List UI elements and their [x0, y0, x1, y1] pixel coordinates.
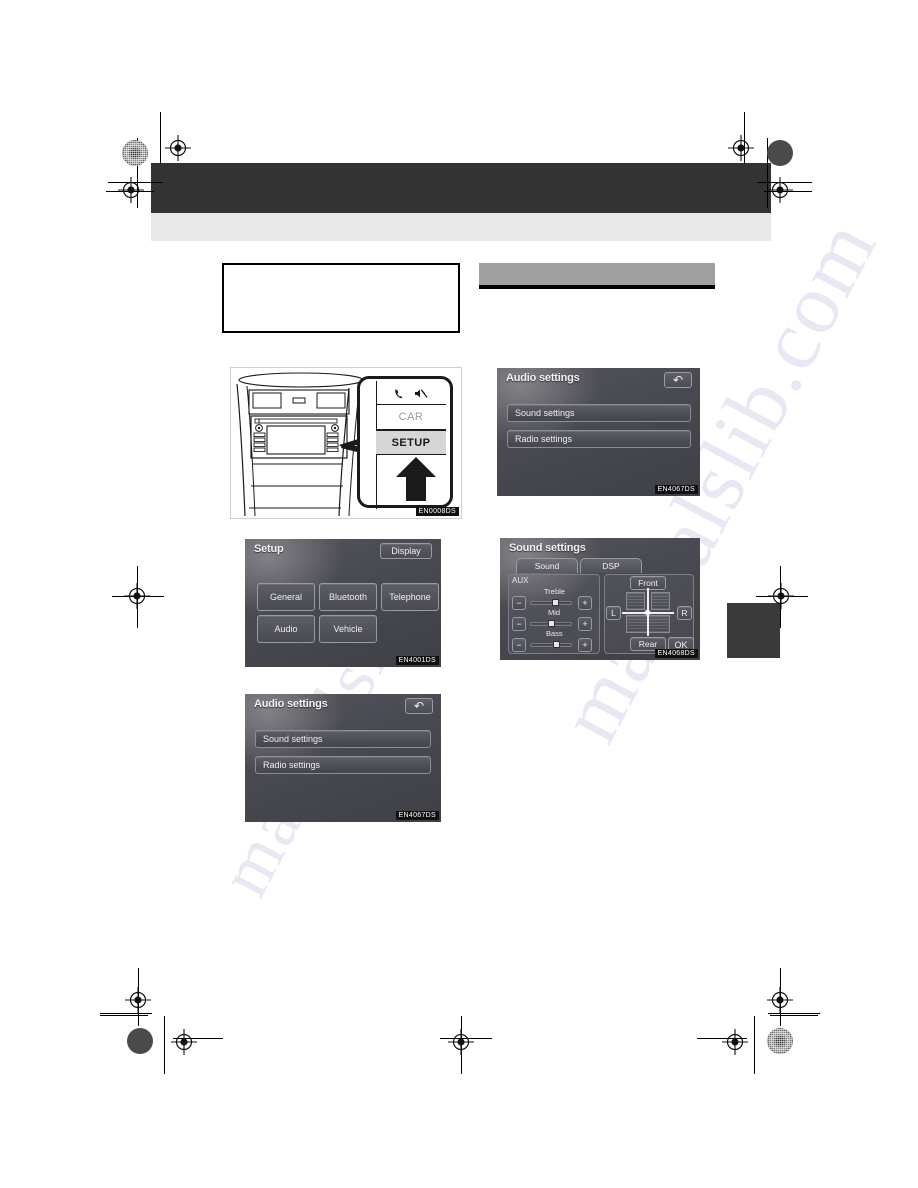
crop-line [770, 1015, 818, 1016]
bass-slider-thumb[interactable] [553, 641, 560, 648]
bass-minus-button[interactable]: − [512, 638, 526, 652]
screen-title: Audio settings [506, 372, 580, 384]
mute-icon [415, 389, 428, 398]
mid-slider-thumb[interactable] [548, 620, 555, 627]
sound-settings-button[interactable]: Sound settings [255, 730, 431, 748]
treble-slider-thumb[interactable] [552, 599, 559, 606]
setup-button-callout: CAR SETUP [357, 376, 453, 509]
figure-code: EN4067DS [395, 811, 439, 820]
tab-dsp[interactable]: DSP [580, 558, 642, 573]
screen-title: Setup [254, 543, 284, 555]
bass-plus-button[interactable]: + [578, 638, 592, 652]
mid-plus-button[interactable]: + [578, 617, 592, 631]
crop-line [754, 1016, 755, 1074]
dashboard-illustration: CAR SETUP EN0008DS [230, 367, 462, 519]
left-button[interactable]: L [606, 606, 621, 620]
treble-minus-button[interactable]: − [512, 596, 526, 610]
crop-line [160, 112, 161, 164]
registration-cross [124, 583, 150, 609]
screen-title: Audio settings [254, 698, 328, 710]
speaker-front-right [651, 592, 670, 610]
setup-button[interactable]: SETUP [376, 430, 446, 455]
registration-cross [767, 987, 793, 1013]
audio-button[interactable]: Audio [257, 615, 315, 643]
bluetooth-button[interactable]: Bluetooth [319, 583, 377, 611]
car-button[interactable]: CAR [376, 405, 446, 430]
back-arrow-icon[interactable]: ↶ [405, 698, 433, 714]
screen-audio-settings-top[interactable]: Audio settings ↶ Sound settings Radio se… [497, 368, 700, 496]
figure-code: EN0008DS [415, 507, 459, 516]
registration-cross [448, 1029, 474, 1055]
registration-dot [767, 1028, 793, 1054]
figure-code: EN4067DS [654, 485, 698, 494]
registration-cross [728, 135, 754, 161]
section-thumb-tab [727, 603, 780, 658]
phone-icon [395, 389, 403, 399]
section-heading [479, 263, 715, 289]
mid-minus-button[interactable]: − [512, 617, 526, 631]
up-arrow-icon [396, 457, 436, 501]
registration-cross [767, 177, 793, 203]
general-button[interactable]: General [257, 583, 315, 611]
screen-setup[interactable]: Setup Display General Bluetooth Telephon… [245, 539, 441, 667]
radio-settings-button[interactable]: Radio settings [507, 430, 691, 448]
treble-plus-button[interactable]: + [578, 596, 592, 610]
registration-cross [125, 987, 151, 1013]
registration-dot [122, 140, 148, 166]
registration-cross [171, 1029, 197, 1055]
screen-sound-settings[interactable]: Sound settings Sound DSP AUX Treble − + … [500, 538, 700, 660]
tab-sound[interactable]: Sound [516, 558, 578, 573]
registration-dot [127, 1028, 153, 1054]
note-box [222, 263, 460, 333]
aux-source-label: AUX [512, 576, 529, 585]
sound-settings-button[interactable]: Sound settings [507, 404, 691, 422]
speaker-front-left [626, 592, 645, 610]
radio-settings-button[interactable]: Radio settings [255, 756, 431, 774]
screen-audio-settings-bottom[interactable]: Audio settings ↶ Sound settings Radio se… [245, 694, 441, 822]
treble-label: Treble [544, 587, 565, 596]
registration-cross [722, 1029, 748, 1055]
crop-line [768, 1013, 820, 1014]
registration-cross [118, 177, 144, 203]
treble-slider[interactable] [530, 601, 572, 605]
manual-page: manualslib.com manualslib [0, 0, 918, 1188]
page-header-strip [151, 213, 771, 241]
mid-label: Mid [548, 608, 561, 617]
figure-code: EN4068DS [654, 649, 698, 658]
vehicle-button[interactable]: Vehicle [319, 615, 377, 643]
crop-line [100, 1013, 152, 1014]
page-header-bar [151, 163, 771, 213]
right-button[interactable]: R [677, 606, 692, 620]
figure-code: EN4001DS [395, 656, 439, 665]
bass-slider[interactable] [530, 643, 572, 647]
registration-cross [768, 583, 794, 609]
back-arrow-icon[interactable]: ↶ [664, 372, 692, 388]
telephone-button[interactable]: Telephone [381, 583, 439, 611]
fader-position-dot[interactable] [645, 610, 650, 615]
bass-label: Bass [546, 629, 563, 638]
registration-cross [165, 135, 191, 161]
display-button[interactable]: Display [380, 543, 432, 559]
crop-line [100, 1015, 148, 1016]
crop-line [164, 1016, 165, 1074]
screen-title: Sound settings [509, 542, 586, 554]
registration-dot [767, 140, 793, 166]
